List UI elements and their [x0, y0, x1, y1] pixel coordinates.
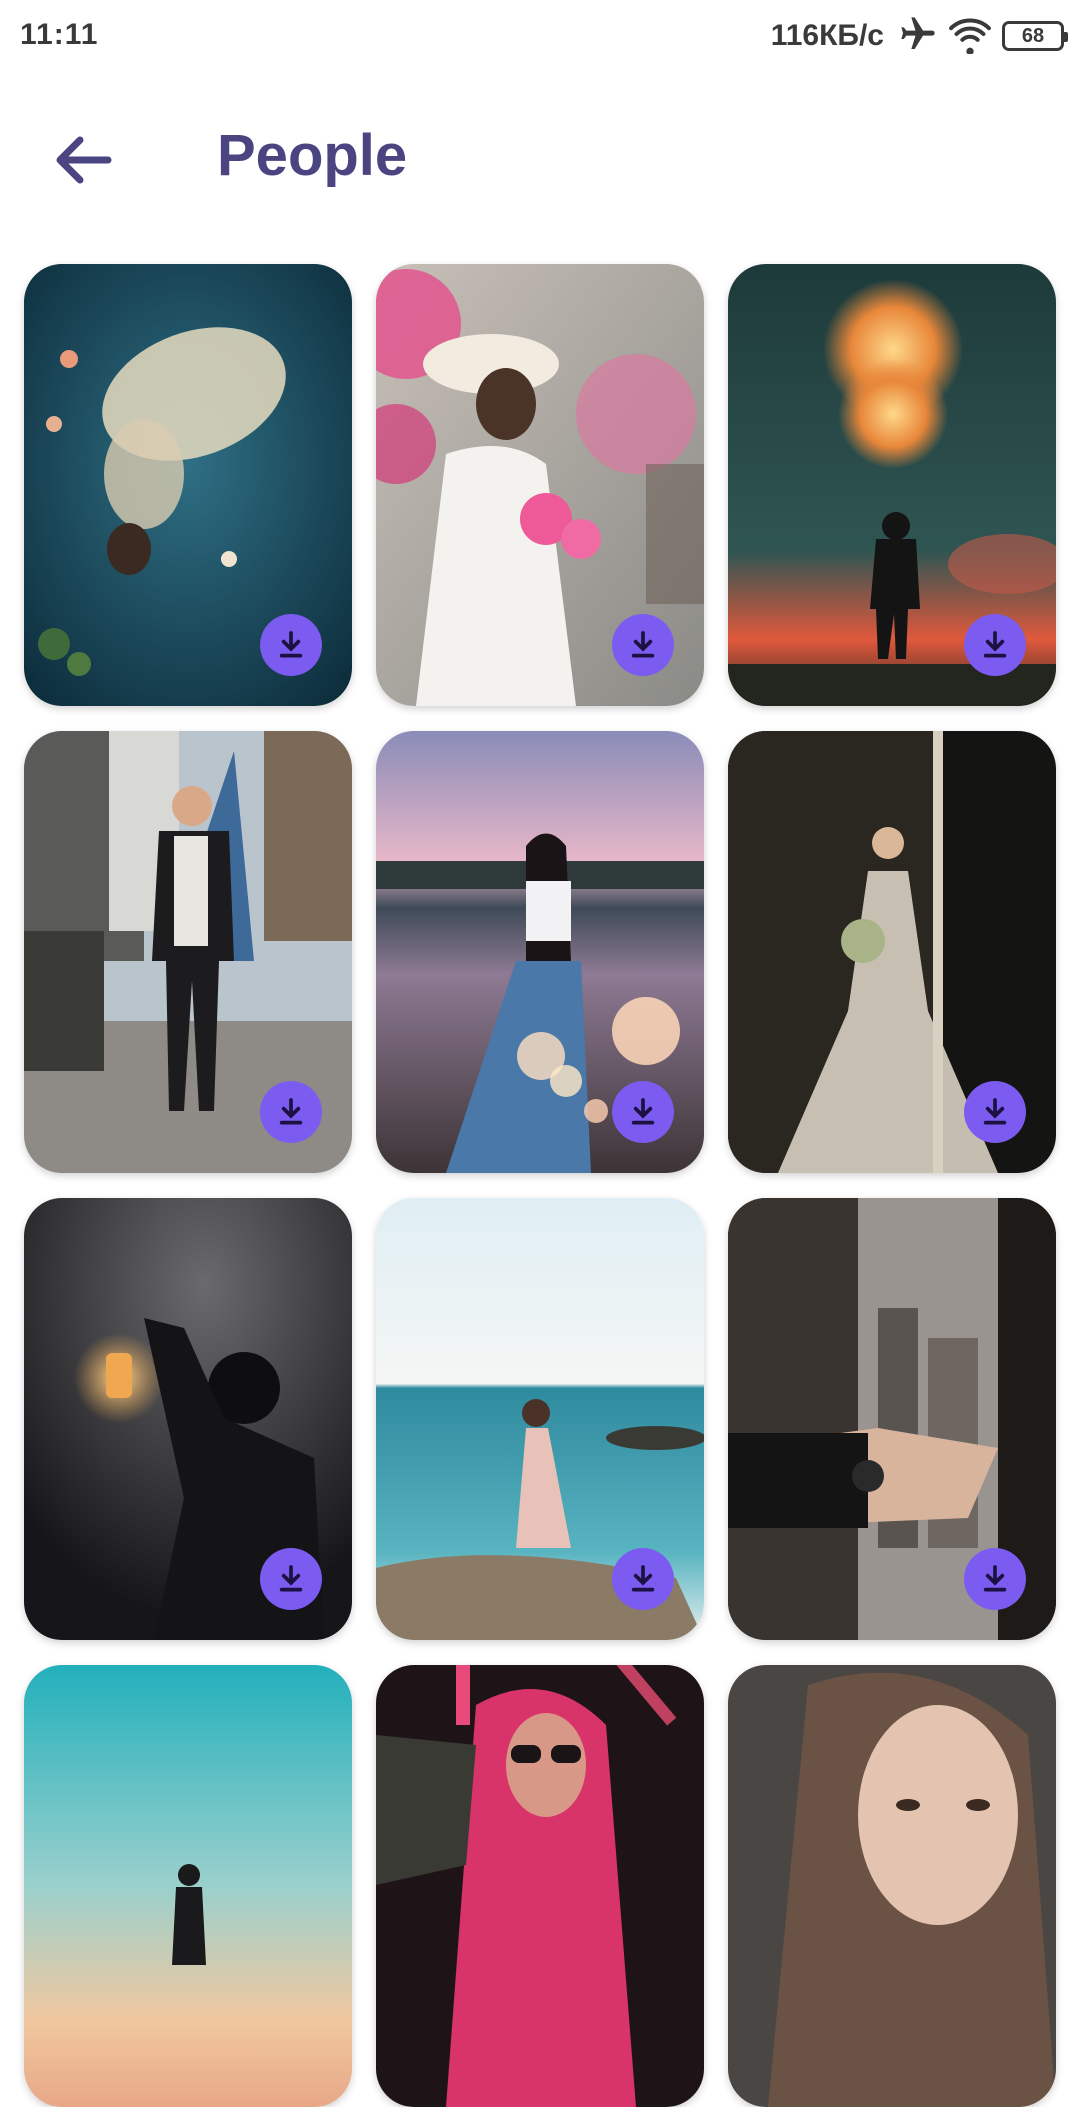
photo-woman-portrait [728, 1665, 1056, 2107]
photo-card[interactable] [376, 264, 704, 706]
download-button[interactable] [260, 1081, 322, 1143]
download-button[interactable] [964, 1081, 1026, 1143]
download-icon [631, 1098, 655, 1125]
photo-grid [24, 264, 1056, 2107]
photo-woman-red-hair [376, 1665, 704, 2107]
download-button[interactable] [260, 1548, 322, 1610]
airplane-icon [898, 14, 938, 59]
photo-card[interactable] [376, 1665, 704, 2107]
download-button[interactable] [964, 614, 1026, 676]
network-speed: 116КБ/с [770, 19, 884, 52]
photo-card[interactable] [376, 1198, 704, 1640]
photo-card[interactable] [24, 731, 352, 1173]
download-button[interactable] [612, 1081, 674, 1143]
download-icon [631, 1565, 655, 1592]
photo-card[interactable] [376, 731, 704, 1173]
photo-card[interactable] [24, 264, 352, 706]
page-title: People [217, 123, 408, 188]
photo-card[interactable] [728, 1665, 1056, 2107]
download-icon [983, 631, 1007, 658]
download-button[interactable] [260, 614, 322, 676]
photo-card[interactable] [24, 1665, 352, 2107]
top-app-bar: People [0, 100, 1080, 220]
back-button[interactable] [44, 122, 120, 198]
status-icons: 116КБ/с 68 [770, 14, 1068, 59]
download-button[interactable] [964, 1548, 1026, 1610]
battery-icon: 68 [1002, 21, 1068, 51]
photo-card[interactable] [728, 731, 1056, 1173]
download-icon [279, 631, 303, 658]
status-bar: 11:11 116КБ/с 68 [0, 0, 1080, 74]
download-icon [279, 1098, 303, 1125]
photo-card[interactable] [728, 1198, 1056, 1640]
download-button[interactable] [612, 614, 674, 676]
status-time: 11:11 [20, 18, 99, 51]
photo-card[interactable] [728, 264, 1056, 706]
photo-silhouette-teal-sky [24, 1665, 352, 2107]
photo-card[interactable] [24, 1198, 352, 1640]
download-icon [983, 1098, 1007, 1125]
wifi-icon [948, 14, 992, 59]
download-icon [631, 631, 655, 658]
download-icon [983, 1565, 1007, 1592]
download-icon [279, 1565, 303, 1592]
arrow-left-icon [56, 136, 112, 184]
download-button[interactable] [612, 1548, 674, 1610]
